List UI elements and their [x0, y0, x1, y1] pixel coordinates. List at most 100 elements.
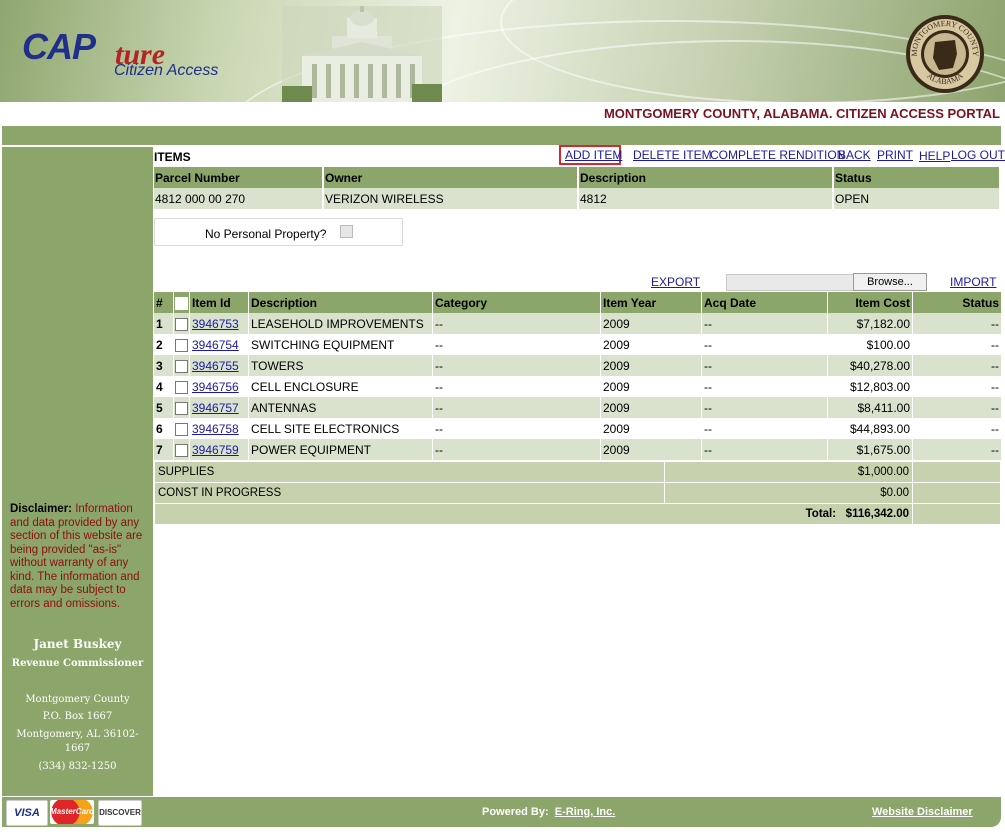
item-category: --	[435, 442, 443, 457]
item-cost-cell: $8,411.00	[827, 397, 913, 418]
item-id-link-cell: 3946758	[189, 418, 249, 439]
parcel-table: Parcel Number Owner Description Status 4…	[154, 167, 1001, 209]
item-category: --	[435, 358, 443, 373]
item-cost: $8,411.00	[857, 400, 911, 415]
row-number: 4	[156, 379, 163, 394]
owner-header: Owner	[323, 167, 579, 188]
item-year: 2009	[603, 358, 630, 373]
item-category-cell: --	[432, 397, 601, 418]
browse-button[interactable]: Browse...	[853, 273, 927, 291]
item-description: CELL ENCLOSURE	[251, 379, 359, 394]
delete-item-link[interactable]: DELETE ITEM	[633, 148, 712, 162]
item-id-link[interactable]: 3946755	[192, 359, 239, 373]
disclaimer-label: Disclaimer:	[10, 503, 73, 515]
row-checkbox[interactable]	[175, 401, 188, 415]
item-status: --	[991, 337, 999, 352]
row-checkbox[interactable]	[175, 422, 188, 436]
table-row: 4 3946756 CELL ENCLOSURE -- 2009 -- $12,803.00…	[154, 376, 1001, 397]
items-header-row: # Item Id Description Category Item Year…	[154, 292, 1001, 313]
item-status-cell: --	[912, 376, 1001, 397]
address-line-2: P.O. Box 1667	[42, 711, 113, 722]
description-header: Description	[578, 167, 834, 188]
col-select-all-header	[173, 292, 190, 313]
item-description: CELL SITE ELECTRONICS	[251, 421, 400, 436]
export-link[interactable]: EXPORT	[651, 275, 700, 289]
item-category-cell: --	[432, 334, 601, 355]
item-category-cell: --	[432, 355, 601, 376]
item-category: --	[435, 400, 443, 415]
nav-strip	[2, 126, 1001, 145]
logout-link[interactable]: LOG OUT	[951, 148, 1005, 162]
item-year-cell: 2009	[600, 313, 702, 334]
row-number: 1	[156, 316, 163, 331]
col-number-header: #	[154, 292, 174, 313]
item-id-link[interactable]: 3946754	[192, 338, 239, 352]
no-personal-property-checkbox[interactable]	[340, 225, 353, 238]
mastercard-logo: MasterCard	[50, 800, 94, 824]
complete-rendition-link[interactable]: COMPLETE RENDITION	[710, 148, 845, 162]
website-disclaimer-link[interactable]: Website Disclaimer	[872, 806, 973, 818]
item-status-cell: --	[912, 397, 1001, 418]
item-id-link[interactable]: 3946753	[192, 317, 239, 331]
toolbar: ITEMS ADD ITEM DELETE ITEM COMPLETE REND…	[154, 145, 1005, 165]
item-id-link[interactable]: 3946757	[192, 401, 239, 415]
vendor-link[interactable]: E-Ring, Inc.	[555, 806, 616, 818]
sidebar: Disclaimer: Information and data provide…	[2, 147, 153, 796]
item-description-cell: TOWERS	[248, 355, 433, 376]
item-cost-cell: $7,182.00	[827, 313, 913, 334]
row-checkbox-cell	[173, 313, 190, 334]
powered-by-label: Powered By:	[482, 806, 549, 818]
item-id-link-cell: 3946759	[189, 439, 249, 460]
row-checkbox[interactable]	[175, 380, 188, 394]
select-all-checkbox[interactable]	[175, 296, 188, 310]
item-year-cell: 2009	[600, 418, 702, 439]
item-id-link[interactable]: 3946758	[192, 422, 239, 436]
item-cost-cell: $12,803.00	[827, 376, 913, 397]
row-number: 6	[156, 421, 163, 436]
row-checkbox[interactable]	[175, 338, 188, 352]
item-year: 2009	[603, 316, 630, 331]
no-personal-property-label: No Personal Property?	[205, 227, 327, 241]
header-banner: CAP ture Citizen Access MONTGOMERY COUNT…	[0, 0, 1005, 102]
item-category-cell: --	[432, 418, 601, 439]
item-year-cell: 2009	[600, 355, 702, 376]
row-checkbox-cell	[173, 334, 190, 355]
row-checkbox-cell	[173, 397, 190, 418]
item-cost: $1,675.00	[856, 442, 910, 457]
row-checkbox[interactable]	[175, 443, 188, 457]
row-checkbox-cell	[173, 355, 190, 376]
row-number-cell: 7	[154, 439, 174, 460]
table-row: 7 3946759 POWER EQUIPMENT -- 2009 -- $1,675.00…	[154, 439, 1001, 460]
print-link[interactable]: PRINT	[877, 148, 913, 162]
row-checkbox[interactable]	[175, 359, 188, 373]
help-link[interactable]: HELP	[919, 149, 950, 163]
item-acq-date-cell: --	[701, 334, 828, 355]
item-year: 2009	[603, 421, 630, 436]
supplies-label: SUPPLIES	[154, 461, 665, 483]
item-acq-date: --	[704, 400, 712, 415]
item-status-cell: --	[912, 439, 1001, 460]
item-status-cell: --	[912, 334, 1001, 355]
row-number-cell: 2	[154, 334, 174, 355]
item-acq-date: --	[704, 421, 712, 436]
item-status: --	[991, 379, 999, 394]
item-category: --	[435, 316, 443, 331]
no-personal-property-box: No Personal Property?	[154, 218, 403, 246]
item-description-cell: CELL ENCLOSURE	[248, 376, 433, 397]
item-year-cell: 2009	[600, 397, 702, 418]
back-link[interactable]: BACK	[838, 148, 871, 162]
item-id-link[interactable]: 3946759	[192, 443, 239, 457]
item-status: --	[991, 421, 999, 436]
row-checkbox[interactable]	[175, 317, 188, 331]
item-category-cell: --	[432, 376, 601, 397]
citizen-access-logo-text: Citizen Access	[114, 62, 219, 79]
add-item-link[interactable]: ADD ITEM	[565, 148, 622, 162]
file-path-field[interactable]	[726, 274, 854, 291]
commissioner-name: Janet Buskey	[33, 637, 122, 651]
item-id-link[interactable]: 3946756	[192, 380, 239, 394]
item-acq-date: --	[704, 379, 712, 394]
courthouse-image	[282, 6, 442, 102]
item-description-cell: SWITCHING EQUIPMENT	[248, 334, 433, 355]
item-status-cell: --	[912, 313, 1001, 334]
import-link[interactable]: IMPORT	[950, 275, 996, 289]
